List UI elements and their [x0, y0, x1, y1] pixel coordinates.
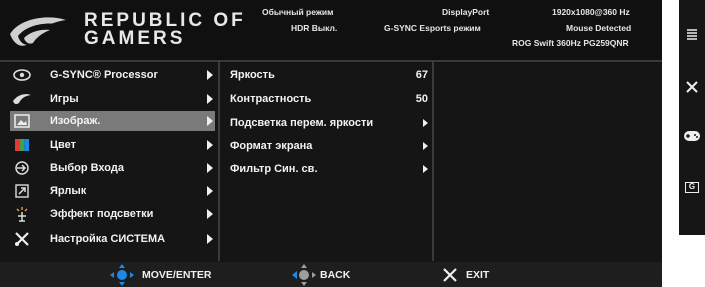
submenu-item-variable-backlight[interactable]: Подсветка перем. яркости: [230, 113, 432, 133]
resolution-status: 1920x1080@360 Hz: [552, 7, 630, 17]
gsync-status: G-SYNC Esports режим: [384, 23, 481, 33]
rog-icon: [10, 91, 34, 107]
brand-logo-text: REPUBLIC OF GAMERS: [84, 11, 246, 49]
color-icon: [10, 137, 34, 153]
menu-label-shortcut: Ярлык: [50, 185, 87, 197]
brand-line2: GAMERS: [84, 28, 186, 49]
back-label: BACK: [320, 268, 351, 281]
chevron-right-icon: [423, 119, 428, 127]
gsync-icon: [10, 67, 34, 83]
menu-label-gsync: G-SYNC® Processor: [50, 69, 158, 81]
menu-divider: [218, 62, 220, 261]
menu-item-input-select[interactable]: Выбор Входа: [10, 158, 215, 178]
rog-logo-icon: [10, 17, 66, 46]
menu-item-light-effect[interactable]: Эффект подсветки: [10, 204, 215, 224]
menu-item-image[interactable]: Изображ.: [10, 111, 215, 131]
brightness-label: Яркость: [230, 69, 275, 81]
contrast-value: 50: [415, 93, 428, 105]
joystick-icon: [110, 263, 134, 286]
menu-icon[interactable]: [679, 22, 705, 46]
menu-item-system-setup[interactable]: Настройка СИСТЕМА: [10, 229, 215, 249]
chevron-right-icon: [423, 165, 428, 173]
hint-move-enter: MOVE/ENTER: [110, 262, 211, 287]
input-status: DisplayPort: [442, 7, 490, 17]
chevron-right-icon: [207, 209, 213, 219]
close-icon[interactable]: [679, 75, 705, 99]
menu-label-light: Эффект подсветки: [50, 208, 154, 220]
image-icon: [10, 113, 34, 129]
gamepad-icon[interactable]: [679, 124, 705, 148]
osd-menu: REPUBLIC OF GAMERS Обычный режим HDR Вык…: [0, 0, 662, 287]
chevron-right-icon: [207, 186, 213, 196]
osd-header: REPUBLIC OF GAMERS Обычный режим HDR Вык…: [0, 0, 662, 63]
model-name: ROG Swift 360Hz PG259QNR: [512, 38, 629, 48]
move-enter-label: MOVE/ENTER: [142, 268, 212, 281]
hdr-status: HDR Выкл.: [291, 23, 338, 33]
menu-item-gsync-processor[interactable]: G-SYNC® Processor: [10, 65, 215, 85]
aspect-ratio-label: Формат экрана: [230, 140, 313, 152]
light-icon: [10, 206, 34, 222]
submenu-divider: [432, 62, 434, 261]
menu-item-color[interactable]: Цвет: [10, 135, 215, 155]
input-icon: [10, 160, 34, 176]
menu-item-games[interactable]: Игры: [10, 89, 215, 109]
menu-item-shortcut[interactable]: Ярлык: [10, 181, 215, 201]
submenu-item-aspect-ratio[interactable]: Формат экрана: [230, 136, 432, 156]
picture-mode-status: Обычный режим: [262, 7, 334, 17]
hint-back: BACK: [292, 262, 350, 287]
hotkey-panel: G: [679, 0, 705, 235]
shortcut-icon: [10, 183, 34, 199]
mouse-status: Mouse Detected: [566, 23, 632, 33]
submenu-item-contrast[interactable]: Контрастность 50: [230, 89, 432, 109]
tools-icon: [10, 231, 34, 247]
header-divider: [0, 60, 662, 62]
gameplus-label: G: [685, 181, 699, 193]
menu-label-games: Игры: [50, 93, 79, 105]
variable-backlight-label: Подсветка перем. яркости: [230, 117, 374, 129]
chevron-right-icon: [207, 234, 213, 244]
menu-label-image: Изображ.: [50, 115, 101, 127]
exit-x-icon: [442, 267, 458, 283]
submenu-item-blue-light-filter[interactable]: Фильтр Син. св.: [230, 159, 432, 179]
blue-light-filter-label: Фильтр Син. св.: [230, 163, 318, 175]
chevron-right-icon: [207, 94, 213, 104]
osd-footer: MOVE/ENTER BACK EXIT: [0, 262, 662, 287]
joystick-left-icon: [292, 263, 316, 286]
hint-exit: EXIT: [442, 262, 489, 287]
menu-label-system: Настройка СИСТЕМА: [50, 233, 166, 245]
chevron-right-icon: [207, 116, 213, 126]
contrast-label: Контрастность: [230, 93, 312, 105]
chevron-right-icon: [423, 142, 428, 150]
menu-label-color: Цвет: [50, 139, 77, 151]
chevron-right-icon: [207, 163, 213, 173]
gameplus-icon[interactable]: G: [679, 175, 705, 199]
menu-label-input: Выбор Входа: [50, 162, 124, 174]
chevron-right-icon: [207, 140, 213, 150]
submenu-item-brightness[interactable]: Яркость 67: [230, 65, 432, 85]
exit-label: EXIT: [466, 268, 490, 281]
chevron-right-icon: [207, 70, 213, 80]
brightness-value: 67: [415, 69, 428, 81]
